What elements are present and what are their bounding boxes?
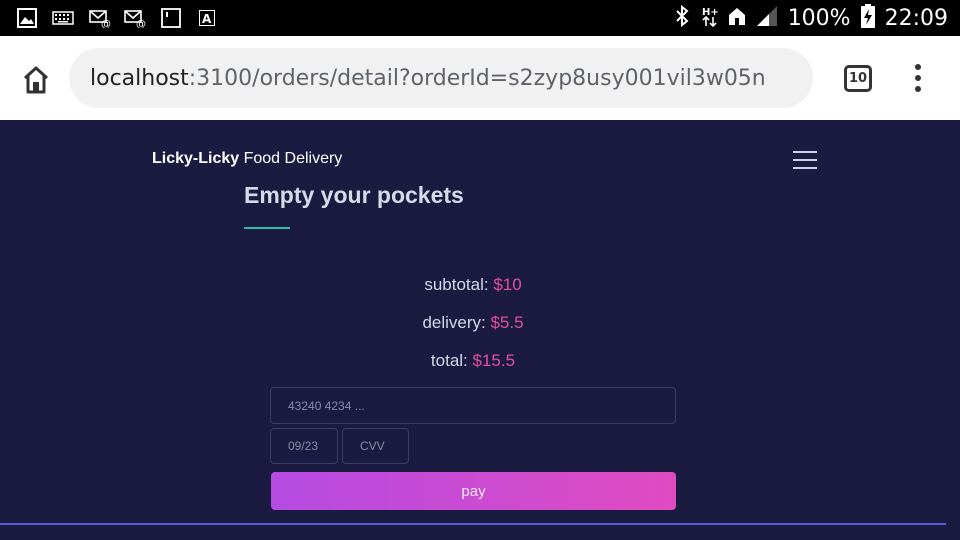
url-path: :3100/orders/detail?orderId=s2zyp8usy001…	[188, 65, 766, 91]
email-notification-icon: @	[89, 8, 111, 28]
address-bar[interactable]: localhost:3100/orders/detail?orderId=s2z…	[69, 48, 813, 108]
svg-text:@: @	[101, 19, 111, 28]
battery-charging-icon	[860, 4, 875, 32]
total-label: total:	[430, 351, 473, 370]
keyboard-icon	[52, 8, 74, 28]
image-icon	[17, 8, 37, 28]
svg-text:@: @	[136, 19, 146, 28]
status-bar: @ @ A H+ 100% 22:09	[0, 0, 960, 36]
subtotal-value: $10	[493, 275, 522, 294]
delivery-value: $5.5	[490, 313, 524, 332]
total-value: $15.5	[472, 351, 516, 370]
home-signal-icon	[728, 6, 746, 30]
brand-logo[interactable]: Licky-Licky Food Delivery	[152, 150, 342, 168]
delivery-label: delivery:	[422, 313, 491, 332]
brand-name-rest: Food Delivery	[239, 150, 343, 167]
cvv-input[interactable]	[342, 428, 409, 464]
subtotal-line: subtotal: $10	[0, 275, 946, 295]
svg-text:A: A	[202, 12, 212, 26]
sim-card-icon	[161, 8, 181, 28]
hamburger-menu-icon[interactable]	[793, 150, 817, 170]
subtotal-label: subtotal:	[424, 275, 494, 294]
pay-button[interactable]: pay	[271, 472, 676, 510]
clock: 22:09	[884, 5, 948, 31]
svg-text:H+: H+	[702, 7, 718, 18]
data-transfer-icon: H+	[702, 5, 718, 31]
section-divider	[0, 523, 946, 525]
tab-count: 10	[848, 71, 868, 86]
battery-percent: 100%	[787, 5, 851, 31]
browser-toolbar: localhost:3100/orders/detail?orderId=s2z…	[0, 36, 960, 120]
brand-name-bold: Licky-Licky	[152, 150, 240, 167]
url-host: localhost	[90, 65, 189, 91]
cell-signal-icon	[756, 5, 778, 31]
page-title: Empty your pockets	[244, 182, 464, 208]
home-icon[interactable]	[20, 64, 52, 96]
bluetooth-icon	[672, 4, 692, 31]
email-notification-icon: @	[124, 8, 146, 28]
tab-switcher-button[interactable]: 10	[844, 65, 872, 92]
expiry-date-input[interactable]	[270, 428, 338, 464]
font-icon: A	[198, 8, 216, 28]
total-line: total: $15.5	[0, 351, 946, 371]
card-number-input[interactable]	[270, 387, 676, 424]
more-options-icon[interactable]	[906, 60, 930, 96]
title-underline	[244, 227, 290, 229]
page-content: Licky-Licky Food Delivery Empty your poc…	[0, 120, 960, 540]
delivery-line: delivery: $5.5	[0, 313, 946, 333]
